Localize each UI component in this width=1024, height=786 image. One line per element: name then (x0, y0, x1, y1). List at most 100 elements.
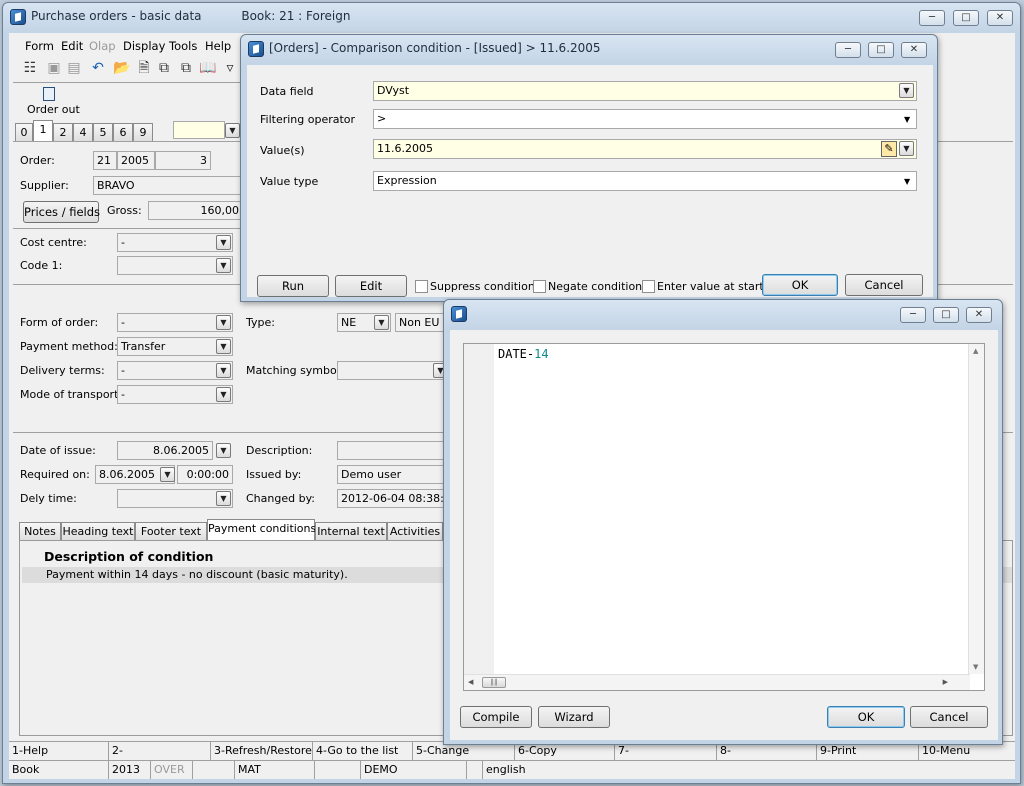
gross-field[interactable]: 160,00 (148, 201, 243, 220)
filtering-operator-arrow-icon[interactable]: ▼ (904, 115, 910, 124)
value-type-select[interactable]: Expression (373, 171, 917, 191)
order-year-field[interactable]: 2005 (117, 151, 155, 170)
menu-display[interactable]: Display (123, 39, 165, 53)
compile-button[interactable]: Compile (460, 706, 532, 728)
condition-close-button[interactable]: ✕ (901, 42, 927, 58)
new-document-icon[interactable]: 🗎 (135, 59, 153, 77)
menu-tools[interactable]: Tools (169, 39, 197, 53)
menu-help[interactable]: Help (205, 39, 231, 53)
delivery-terms-dropdown[interactable]: ▼ (216, 363, 231, 378)
order-book-field[interactable]: 21 (93, 151, 117, 170)
filter-icon[interactable]: ▿ (221, 59, 239, 77)
data-field-input[interactable]: DVyst (373, 81, 917, 101)
scroll-right-icon[interactable]: ▶ (943, 678, 948, 686)
scroll-down-icon[interactable]: ▼ (973, 663, 978, 671)
data-field-dropdown[interactable]: ▼ (899, 83, 914, 98)
maximize-button[interactable]: □ (953, 10, 979, 26)
tab-page-4[interactable]: 4 (73, 123, 93, 141)
tab-activities[interactable]: Activities (387, 522, 443, 540)
values-dropdown[interactable]: ▼ (899, 141, 914, 156)
value-type-arrow-icon[interactable]: ▼ (904, 177, 910, 186)
save-as-icon[interactable]: ▤ (65, 59, 83, 77)
fkey-3[interactable]: 3-Refresh/Restore (211, 742, 313, 760)
enter-value-at-start-checkbox[interactable] (642, 280, 655, 293)
menu-olap[interactable]: Olap (89, 39, 116, 53)
order-number-field[interactable]: 3 (155, 151, 211, 170)
code-editor[interactable]: DATE-14 ▲ ▼ ◀ ∥∥ ▶ (463, 343, 985, 691)
menu-form[interactable]: Form (25, 39, 54, 53)
values-input[interactable]: 11.6.2005 (373, 139, 917, 159)
wizard-button[interactable]: Wizard (538, 706, 610, 728)
filtering-operator-select[interactable]: > (373, 109, 917, 129)
mode-transport-dropdown[interactable]: ▼ (216, 387, 231, 402)
fkey-1[interactable]: 1-Help (9, 742, 109, 760)
tab-notes[interactable]: Notes (19, 522, 61, 540)
matching-symbol-field[interactable] (337, 361, 447, 380)
mode-transport-label: Mode of transport: (20, 388, 123, 401)
book-icon[interactable]: 📖 (199, 59, 217, 77)
paste-icon[interactable]: ⧉ (177, 59, 195, 77)
negate-condition-checkbox[interactable] (533, 280, 546, 293)
suppress-condition-checkbox[interactable] (415, 280, 428, 293)
required-on-time-field[interactable]: 0:00:00 (177, 465, 233, 484)
page-selector-dropdown[interactable]: ▼ (225, 123, 240, 138)
fkey-4[interactable]: 4-Go to the list (313, 742, 413, 760)
condition-minimize-button[interactable]: ─ (835, 42, 861, 58)
condition-cancel-button[interactable]: Cancel (845, 274, 923, 296)
tab-page-2[interactable]: 2 (53, 123, 73, 141)
horizontal-scrollbar[interactable]: ◀ ∥∥ ▶ (464, 674, 970, 690)
expression-minimize-button[interactable]: ─ (900, 307, 926, 323)
vertical-scrollbar[interactable]: ▲ ▼ (968, 344, 984, 674)
order-out-icon (43, 87, 55, 101)
save-icon[interactable]: ▣ (45, 59, 63, 77)
tab-payment-conditions[interactable]: Payment conditions (207, 519, 316, 540)
condition-ok-button[interactable]: OK (762, 274, 838, 296)
status-year: 2013 (109, 761, 151, 779)
cost-centre-dropdown[interactable]: ▼ (216, 235, 231, 250)
tab-internal-text[interactable]: Internal text (315, 522, 387, 540)
tab-page-1[interactable]: 1 (33, 120, 53, 141)
expression-cancel-button[interactable]: Cancel (910, 706, 988, 728)
close-button[interactable]: ✕ (987, 10, 1013, 26)
tab-page-6[interactable]: 6 (113, 123, 133, 141)
tab-heading-text[interactable]: Heading text (61, 522, 135, 540)
scroll-left-icon[interactable]: ◀ (468, 678, 473, 686)
run-button[interactable]: Run (257, 275, 329, 297)
tab-page-0[interactable]: 0 (15, 123, 33, 141)
prices-fields-button[interactable]: Prices / fields (23, 201, 100, 223)
tab-page-9[interactable]: 9 (133, 123, 153, 141)
type-dropdown[interactable]: ▼ (374, 315, 389, 330)
expression-ok-button[interactable]: OK (827, 706, 905, 728)
payment-method-dropdown[interactable]: ▼ (216, 339, 231, 354)
expression-editor-icon[interactable]: ✎ (881, 141, 897, 157)
delivery-time-dropdown[interactable]: ▼ (216, 491, 231, 506)
tree-icon[interactable]: ☷ (21, 59, 39, 77)
value-type-label: Value type (260, 175, 319, 188)
supplier-field[interactable]: BRAVO (93, 176, 243, 195)
expression-maximize-button[interactable]: □ (933, 307, 959, 323)
order-out-button[interactable]: Order out (23, 85, 83, 116)
date-of-issue-field[interactable]: 8.06.2005 (117, 441, 213, 460)
code1-dropdown[interactable]: ▼ (216, 258, 231, 273)
page-selector[interactable] (173, 121, 225, 139)
code-gutter (464, 344, 494, 674)
open-folder-icon[interactable]: 📂 (113, 59, 131, 77)
menu-edit[interactable]: Edit (61, 39, 83, 53)
form-of-order-dropdown[interactable]: ▼ (216, 315, 231, 330)
description-field[interactable] (337, 441, 447, 460)
minimize-button[interactable]: ─ (919, 10, 945, 26)
condition-maximize-button[interactable]: □ (868, 42, 894, 58)
scroll-up-icon[interactable]: ▲ (973, 347, 978, 355)
delivery-terms-label: Delivery terms: (20, 364, 105, 377)
edit-button[interactable]: Edit (335, 275, 407, 297)
undo-icon[interactable]: ↶ (89, 59, 107, 77)
required-on-dropdown[interactable]: ▼ (160, 467, 175, 482)
tab-page-5[interactable]: 5 (93, 123, 113, 141)
fkey-2[interactable]: 2- (109, 742, 211, 760)
expression-close-button[interactable]: ✕ (966, 307, 992, 323)
scroll-thumb[interactable]: ∥∥ (482, 677, 506, 688)
copy-icon[interactable]: ⧉ (155, 59, 173, 77)
tab-footer-text[interactable]: Footer text (135, 522, 207, 540)
date-of-issue-dropdown[interactable]: ▼ (216, 443, 231, 458)
gross-label: Gross: (107, 204, 142, 217)
